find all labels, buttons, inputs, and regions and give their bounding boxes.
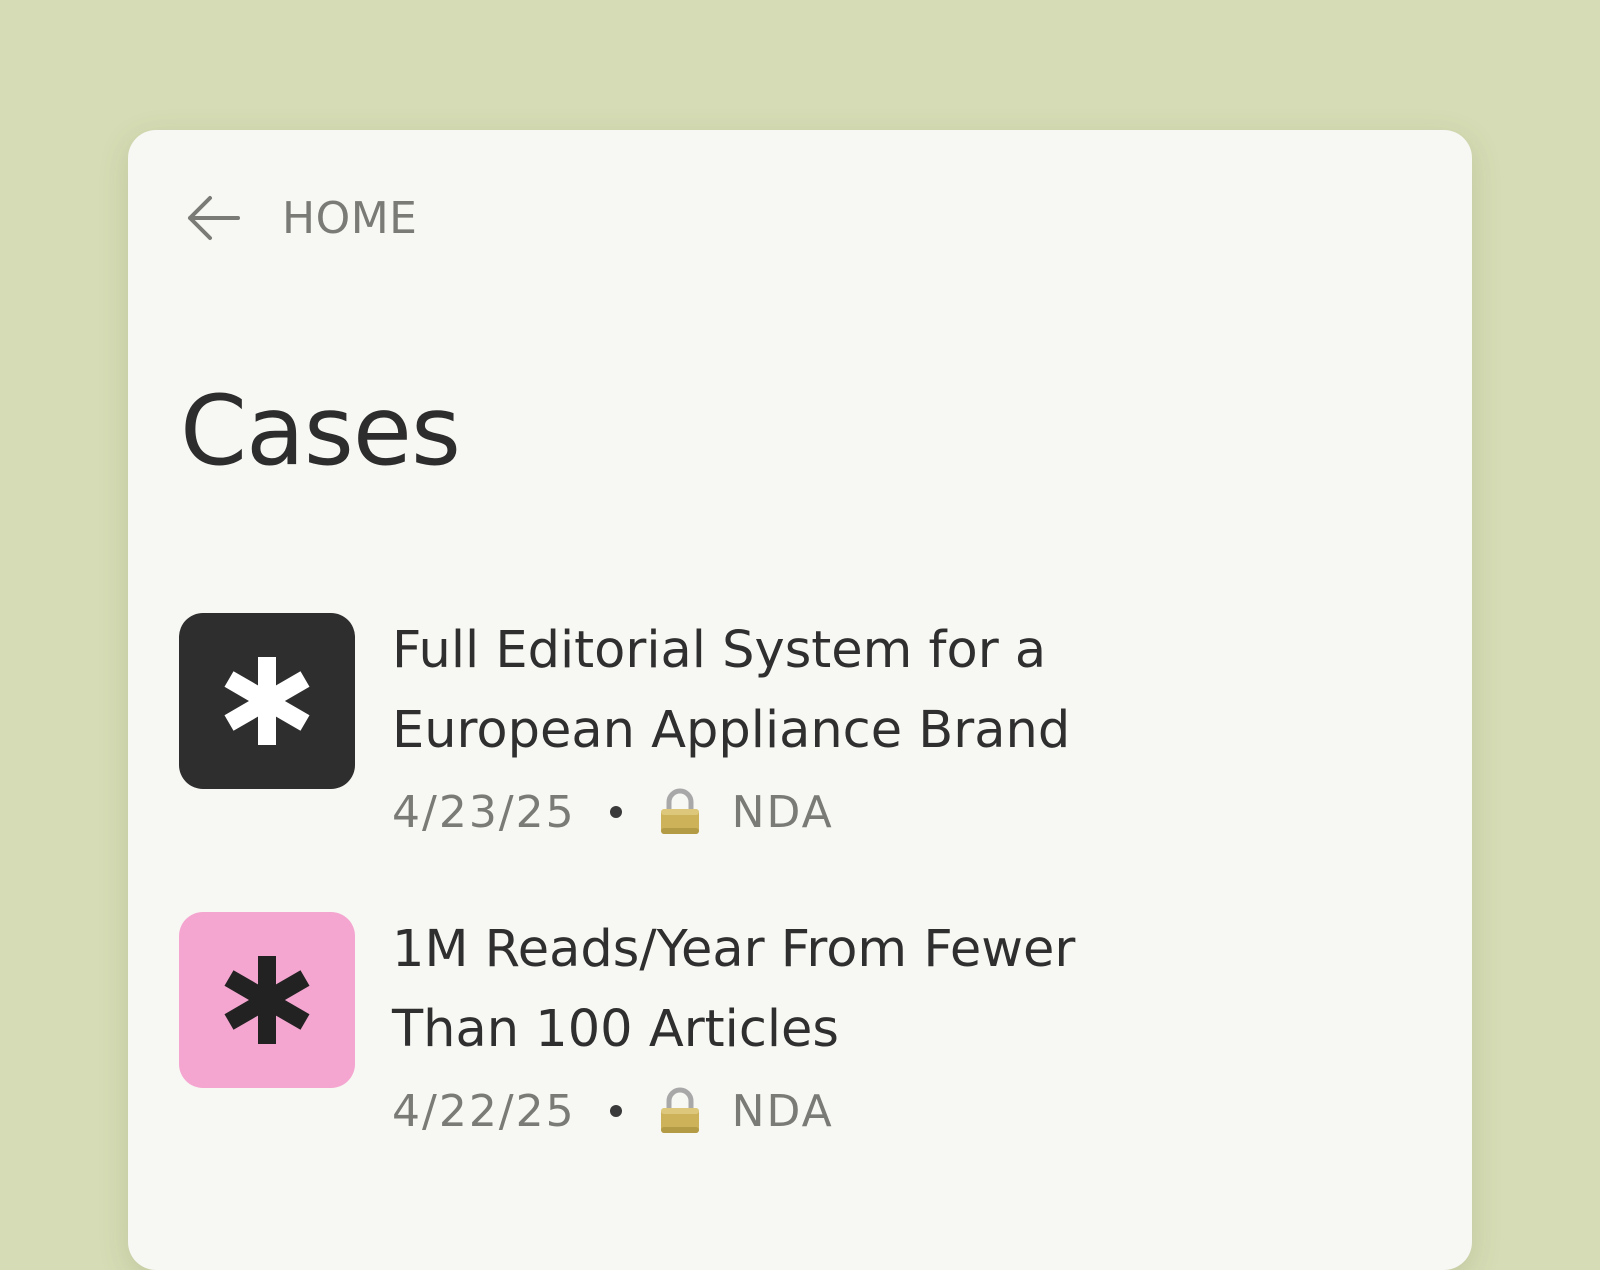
case-title-line: 1M Reads/Year From Fewer — [392, 920, 1076, 979]
lock-icon — [660, 788, 699, 834]
case-tag: NDA — [731, 786, 834, 838]
back-home-label: HOME — [282, 192, 418, 244]
asterisk-icon — [224, 657, 310, 745]
case-item[interactable]: 1M Reads/Year From Fewer Than 100 Articl… — [179, 912, 1192, 1144]
case-meta: 4/23/25 NDA — [392, 779, 1192, 845]
case-title-line: European Appliance Brand — [392, 701, 1071, 760]
case-body: 1M Reads/Year From Fewer Than 100 Articl… — [392, 912, 1192, 1144]
separator-dot — [609, 806, 622, 818]
case-thumbnail — [179, 613, 355, 789]
asterisk-icon — [224, 956, 310, 1044]
separator-dot — [609, 1105, 622, 1117]
case-date: 4/22/25 — [392, 1085, 576, 1137]
case-thumbnail — [179, 912, 355, 1088]
page-title: Cases — [180, 375, 461, 487]
back-home-link[interactable]: HOME — [184, 188, 417, 248]
case-title[interactable]: Full Editorial System for a European App… — [392, 611, 1192, 771]
case-date: 4/23/25 — [392, 786, 576, 838]
case-meta: 4/22/25 NDA — [392, 1078, 1192, 1144]
arrow-left-icon — [188, 196, 240, 240]
case-title-line: Full Editorial System for a — [392, 621, 1047, 680]
case-body: Full Editorial System for a European App… — [392, 613, 1192, 845]
lock-icon — [660, 1087, 699, 1133]
case-tag: NDA — [731, 1085, 834, 1137]
case-title-line: Than 100 Articles — [392, 1000, 839, 1059]
case-item[interactable]: Full Editorial System for a European App… — [179, 613, 1192, 845]
cases-card: HOME Cases Full Editorial System for a E… — [128, 130, 1472, 1270]
case-title[interactable]: 1M Reads/Year From Fewer Than 100 Articl… — [392, 910, 1192, 1070]
